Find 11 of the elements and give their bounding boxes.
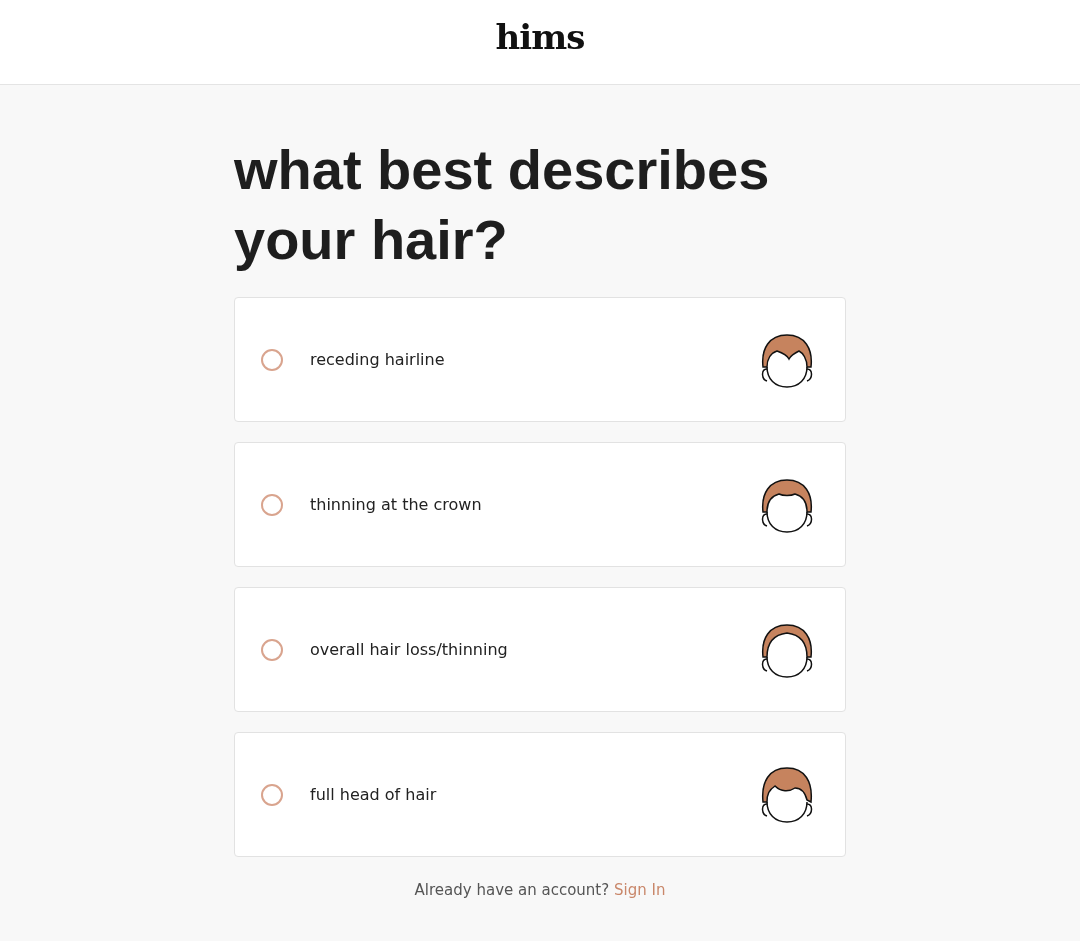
- answer-option[interactable]: receding hairline: [234, 297, 846, 422]
- footer-text: Already have an account?: [414, 881, 610, 899]
- answer-option[interactable]: full head of hair: [234, 732, 846, 857]
- radio-button[interactable]: [261, 638, 283, 661]
- answer-option[interactable]: thinning at the crown: [234, 442, 846, 567]
- radio-button[interactable]: [261, 348, 283, 371]
- logo: hims: [495, 17, 585, 57]
- radio-button[interactable]: [261, 493, 283, 516]
- answer-option[interactable]: overall hair loss/thinning: [234, 587, 846, 712]
- radio-button[interactable]: [261, 783, 283, 806]
- question-title: what best describes your hair?: [234, 137, 771, 273]
